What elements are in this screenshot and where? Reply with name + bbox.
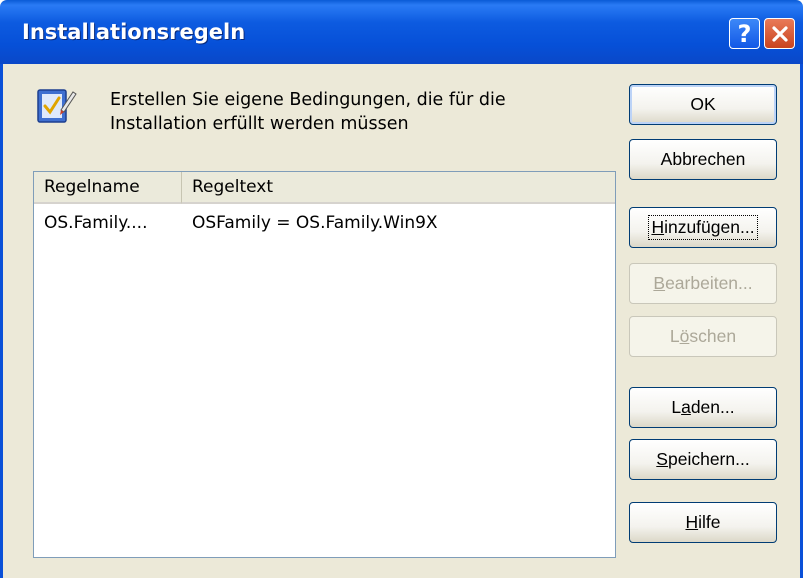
load-accel: a bbox=[681, 397, 691, 417]
column-header-regelname[interactable]: Regelname bbox=[34, 172, 182, 204]
save-button[interactable]: Speichern... bbox=[629, 439, 777, 480]
edit-button[interactable]: Bearbeiten... bbox=[629, 263, 777, 304]
list-item[interactable]: OS.Family.... OSFamily = OS.Family.Win9X bbox=[34, 213, 615, 237]
save-button-label: Speichern... bbox=[656, 449, 749, 470]
cancel-button-label: Abbrechen bbox=[660, 149, 746, 169]
add-rest: inzufügen... bbox=[664, 217, 755, 237]
save-accel: S bbox=[656, 449, 668, 469]
question-icon: ? bbox=[737, 19, 752, 48]
delete-button-label: Löschen bbox=[670, 326, 736, 347]
close-icon bbox=[771, 25, 788, 42]
rule-name-cell: OS.Family.... bbox=[44, 213, 148, 233]
checklist-pen-icon bbox=[37, 89, 77, 123]
add-accel: H bbox=[651, 217, 665, 237]
title-bar[interactable]: Installationsregeln ? bbox=[0, 0, 803, 64]
ok-button[interactable]: OK bbox=[629, 84, 777, 125]
description-line-1: Erstellen Sie eigene Bedingungen, die fü… bbox=[110, 90, 506, 110]
load-rest: den... bbox=[690, 397, 735, 417]
add-button[interactable]: Hinzufügen... bbox=[629, 207, 777, 248]
description-line-2: Installation erfüllt werden müssen bbox=[110, 114, 409, 134]
rules-list[interactable]: Regelname Regeltext OS.Family.... OSFami… bbox=[33, 171, 616, 558]
description-text: Erstellen Sie eigene Bedingungen, die fü… bbox=[110, 88, 506, 136]
delete-pre: L bbox=[669, 326, 680, 346]
window-title: Installationsregeln bbox=[22, 20, 246, 44]
load-button-label: Laden... bbox=[671, 397, 734, 418]
dialog-window: Installationsregeln ? Erstellen Sie eige… bbox=[0, 0, 803, 578]
cancel-button[interactable]: Abbrechen bbox=[629, 139, 777, 180]
edit-button-label: Bearbeiten... bbox=[653, 273, 752, 294]
help-rest: ilfe bbox=[698, 512, 721, 532]
help-button[interactable]: Hilfe bbox=[629, 502, 777, 543]
save-rest: peichern... bbox=[667, 449, 750, 469]
add-button-label: Hinzufügen... bbox=[648, 215, 758, 240]
load-pre: L bbox=[671, 397, 682, 417]
help-title-button[interactable]: ? bbox=[729, 18, 760, 49]
close-button[interactable] bbox=[764, 18, 795, 49]
delete-rest: schen bbox=[689, 326, 737, 346]
load-button[interactable]: Laden... bbox=[629, 387, 777, 428]
edit-rest: earbeiten... bbox=[665, 273, 753, 293]
delete-button[interactable]: Löschen bbox=[629, 316, 777, 357]
help-accel: H bbox=[685, 512, 699, 532]
rule-text-cell: OSFamily = OS.Family.Win9X bbox=[192, 213, 438, 233]
help-button-label: Hilfe bbox=[685, 512, 720, 533]
edit-accel: B bbox=[653, 273, 666, 293]
column-header-regeltext[interactable]: Regeltext bbox=[182, 172, 615, 204]
ok-button-label: OK bbox=[690, 94, 716, 114]
delete-accel: ö bbox=[679, 326, 690, 346]
